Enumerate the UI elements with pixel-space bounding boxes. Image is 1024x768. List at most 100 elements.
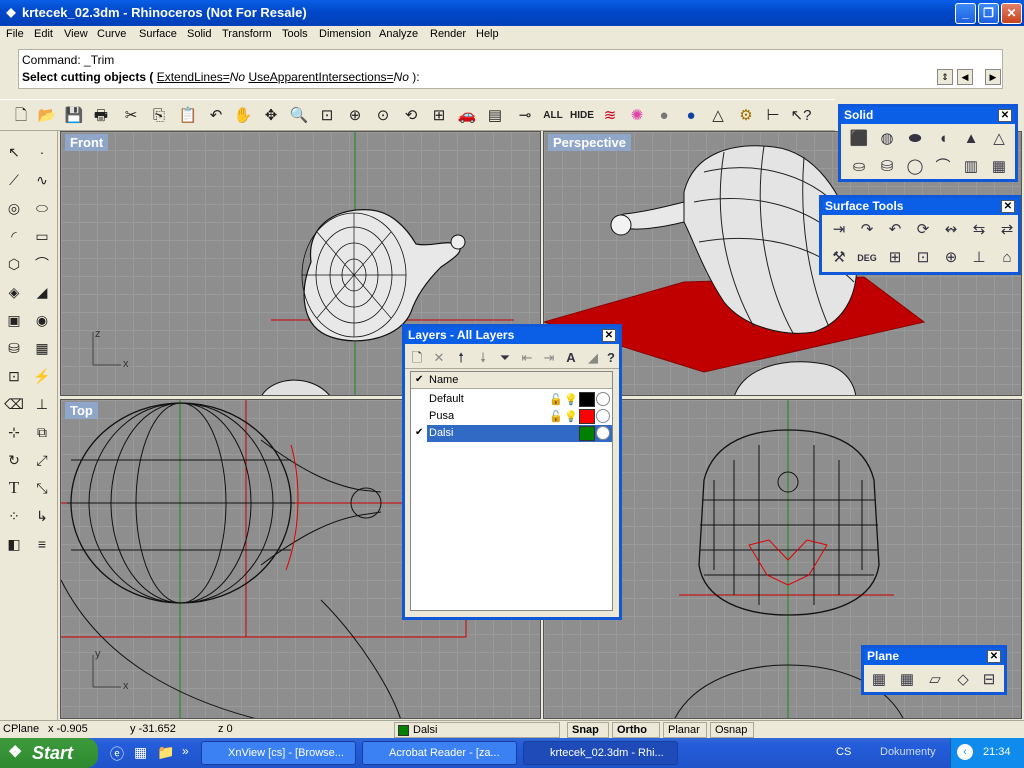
vertical-plane-icon[interactable]: ▱ — [923, 668, 947, 692]
new-file-icon[interactable]: 🗋 — [10, 105, 32, 127]
sphere-solid-icon[interactable]: ◍ — [875, 127, 899, 151]
fillet-surface-icon[interactable]: ↷ — [855, 218, 879, 242]
mesh-icon[interactable]: ▦ — [31, 337, 53, 359]
pipe-icon[interactable]: ⌒ — [931, 155, 955, 179]
layer-colors-icon[interactable]: ≋ — [599, 105, 621, 127]
help-pointer-icon[interactable]: ↖? — [790, 105, 812, 127]
zoom-selected-icon[interactable]: ⊙ — [372, 105, 394, 127]
select-arrow-icon[interactable]: ↖ — [3, 141, 25, 163]
layer-color-swatch[interactable] — [579, 409, 595, 424]
untrim-icon[interactable]: ⊕ — [939, 246, 963, 270]
lock-icon[interactable]: 🔓 — [549, 410, 563, 423]
surface-icon[interactable]: ◢ — [31, 281, 53, 303]
menu-tools[interactable]: Tools — [282, 28, 308, 40]
copy-icon[interactable]: ⎘ — [148, 105, 170, 127]
menu-surface[interactable]: Surface — [139, 28, 177, 40]
copy-object-icon[interactable]: ⧉ — [31, 421, 53, 443]
save-icon[interactable]: 💾 — [63, 105, 85, 127]
select-point-icon[interactable]: ⊸ — [514, 105, 536, 127]
current-layer-box[interactable]: Dalsi — [394, 722, 560, 738]
tray-expand-icon[interactable]: ‹ — [957, 744, 973, 760]
close-icon[interactable]: ✕ — [987, 650, 1001, 663]
snap-toggle[interactable]: Snap — [567, 722, 609, 738]
contour-icon[interactable]: ≡ — [31, 533, 53, 555]
menu-render[interactable]: Render — [430, 28, 466, 40]
layer-color-swatch[interactable] — [579, 426, 595, 441]
layer-color-swatch[interactable] — [579, 392, 595, 407]
plane-center-icon[interactable]: ▦ — [895, 668, 919, 692]
cut-icon[interactable]: ✂ — [120, 105, 142, 127]
shaded-sphere-icon[interactable]: ● — [680, 105, 702, 127]
orient-icon[interactable]: ↳ — [31, 505, 53, 527]
quicklaunch-app-icon[interactable]: ▦ — [134, 744, 147, 761]
ellipse-icon[interactable]: ⬭ — [31, 197, 53, 219]
task-xnview[interactable]: XnView [cs] - [Browse... — [201, 741, 356, 765]
maximize-button[interactable]: ❐ — [978, 3, 999, 24]
scale-icon[interactable]: ⤢ — [31, 449, 53, 471]
viewport-perspective-title[interactable]: Perspective — [548, 134, 631, 151]
ie-icon[interactable]: ⓔ — [110, 744, 124, 764]
zoom-icon[interactable]: 🔍 — [288, 105, 310, 127]
layer-row-dalsi[interactable]: ✔ Dalsi — [411, 425, 612, 442]
zoom-window-icon[interactable]: ⊡ — [316, 105, 338, 127]
surface-patch-icon[interactable]: ◈ — [3, 281, 25, 303]
paste-icon[interactable]: 📋 — [177, 105, 199, 127]
plane-panel-header[interactable]: Plane ✕ — [864, 648, 1004, 665]
scroll-right-icon[interactable]: ▶ — [985, 69, 1001, 85]
start-button[interactable]: ❖ Start — [0, 738, 98, 768]
viewport-front-title[interactable]: Front — [65, 134, 109, 151]
settings-gears-icon[interactable]: ⚙ — [735, 105, 757, 127]
four-viewports-icon[interactable]: ⊞ — [428, 105, 450, 127]
box-solid-icon[interactable]: ⬛ — [847, 127, 871, 151]
ortho-toggle[interactable]: Ortho — [612, 722, 660, 738]
zoom-extents-icon[interactable]: ⊕ — [344, 105, 366, 127]
close-icon[interactable]: ✕ — [602, 329, 616, 342]
connect-surface-icon[interactable]: ⌂ — [995, 246, 1019, 270]
extrude-icon[interactable]: ▥ — [959, 155, 983, 179]
rhino-app-icon[interactable]: ◆ — [4, 5, 18, 19]
text-icon[interactable]: T — [3, 477, 25, 499]
documents-toolbar[interactable]: Dokumenty — [880, 746, 936, 758]
plane-cutting-icon[interactable]: ⊟ — [977, 668, 1001, 692]
dimension-icon[interactable]: ⊢ — [762, 105, 784, 127]
close-icon[interactable]: ✕ — [1001, 200, 1015, 213]
help-icon[interactable]: ? — [603, 346, 619, 370]
light-cone-icon[interactable]: △ — [707, 105, 729, 127]
arc-icon[interactable]: ◜ — [3, 225, 25, 247]
menu-transform[interactable]: Transform — [222, 28, 272, 40]
dimension-tool-icon[interactable]: ⤡ — [31, 477, 53, 499]
open-file-icon[interactable]: 📂 — [36, 105, 58, 127]
expand-icon[interactable]: ⇥ — [539, 346, 559, 370]
cylinder-icon[interactable]: ⛁ — [3, 337, 25, 359]
material-icon[interactable] — [596, 392, 610, 406]
name-column-header[interactable]: Name — [429, 374, 458, 386]
layer-row-default[interactable]: Default 🔓 💡 — [411, 391, 612, 408]
point-icon[interactable]: · — [31, 141, 53, 163]
material-icon[interactable] — [596, 409, 610, 423]
scroll-left-icon[interactable]: ◀ — [957, 69, 973, 85]
new-layer-icon[interactable]: 🗋 — [407, 346, 427, 370]
planar-toggle[interactable]: Planar — [663, 722, 707, 738]
symmetry-icon[interactable]: ⊥ — [967, 246, 991, 270]
degree-button[interactable]: DEG — [855, 246, 879, 270]
color-wheel-icon[interactable]: ✺ — [626, 105, 648, 127]
menu-edit[interactable]: Edit — [34, 28, 53, 40]
collapse-icon[interactable]: ⇤ — [517, 346, 537, 370]
rebuild-icon[interactable]: ⊞ — [883, 246, 907, 270]
circle-icon[interactable]: ◎ — [3, 197, 25, 219]
menu-solid[interactable]: Solid — [187, 28, 211, 40]
minimize-button[interactable]: _ — [955, 3, 976, 24]
ellipsoid-icon[interactable]: ⬬ — [903, 127, 927, 151]
menu-file[interactable]: File — [6, 28, 24, 40]
match-surface-icon[interactable]: ⇆ — [967, 218, 991, 242]
chamfer-surface-icon[interactable]: ↶ — [883, 218, 907, 242]
menu-dimension[interactable]: Dimension — [319, 28, 371, 40]
option-useapparent[interactable]: UseApparentIntersections= — [248, 70, 393, 84]
task-acrobat[interactable]: Acrobat Reader - [za... — [362, 741, 517, 765]
torus-icon[interactable]: ◯ — [903, 155, 927, 179]
viewport-top-title[interactable]: Top — [65, 402, 98, 419]
light-bulb-icon[interactable]: 💡 — [564, 410, 578, 423]
language-indicator[interactable]: CS — [836, 746, 851, 758]
print-icon[interactable]: 🖶 — [90, 105, 112, 127]
plane-3point-icon[interactable]: ◇ — [951, 668, 975, 692]
